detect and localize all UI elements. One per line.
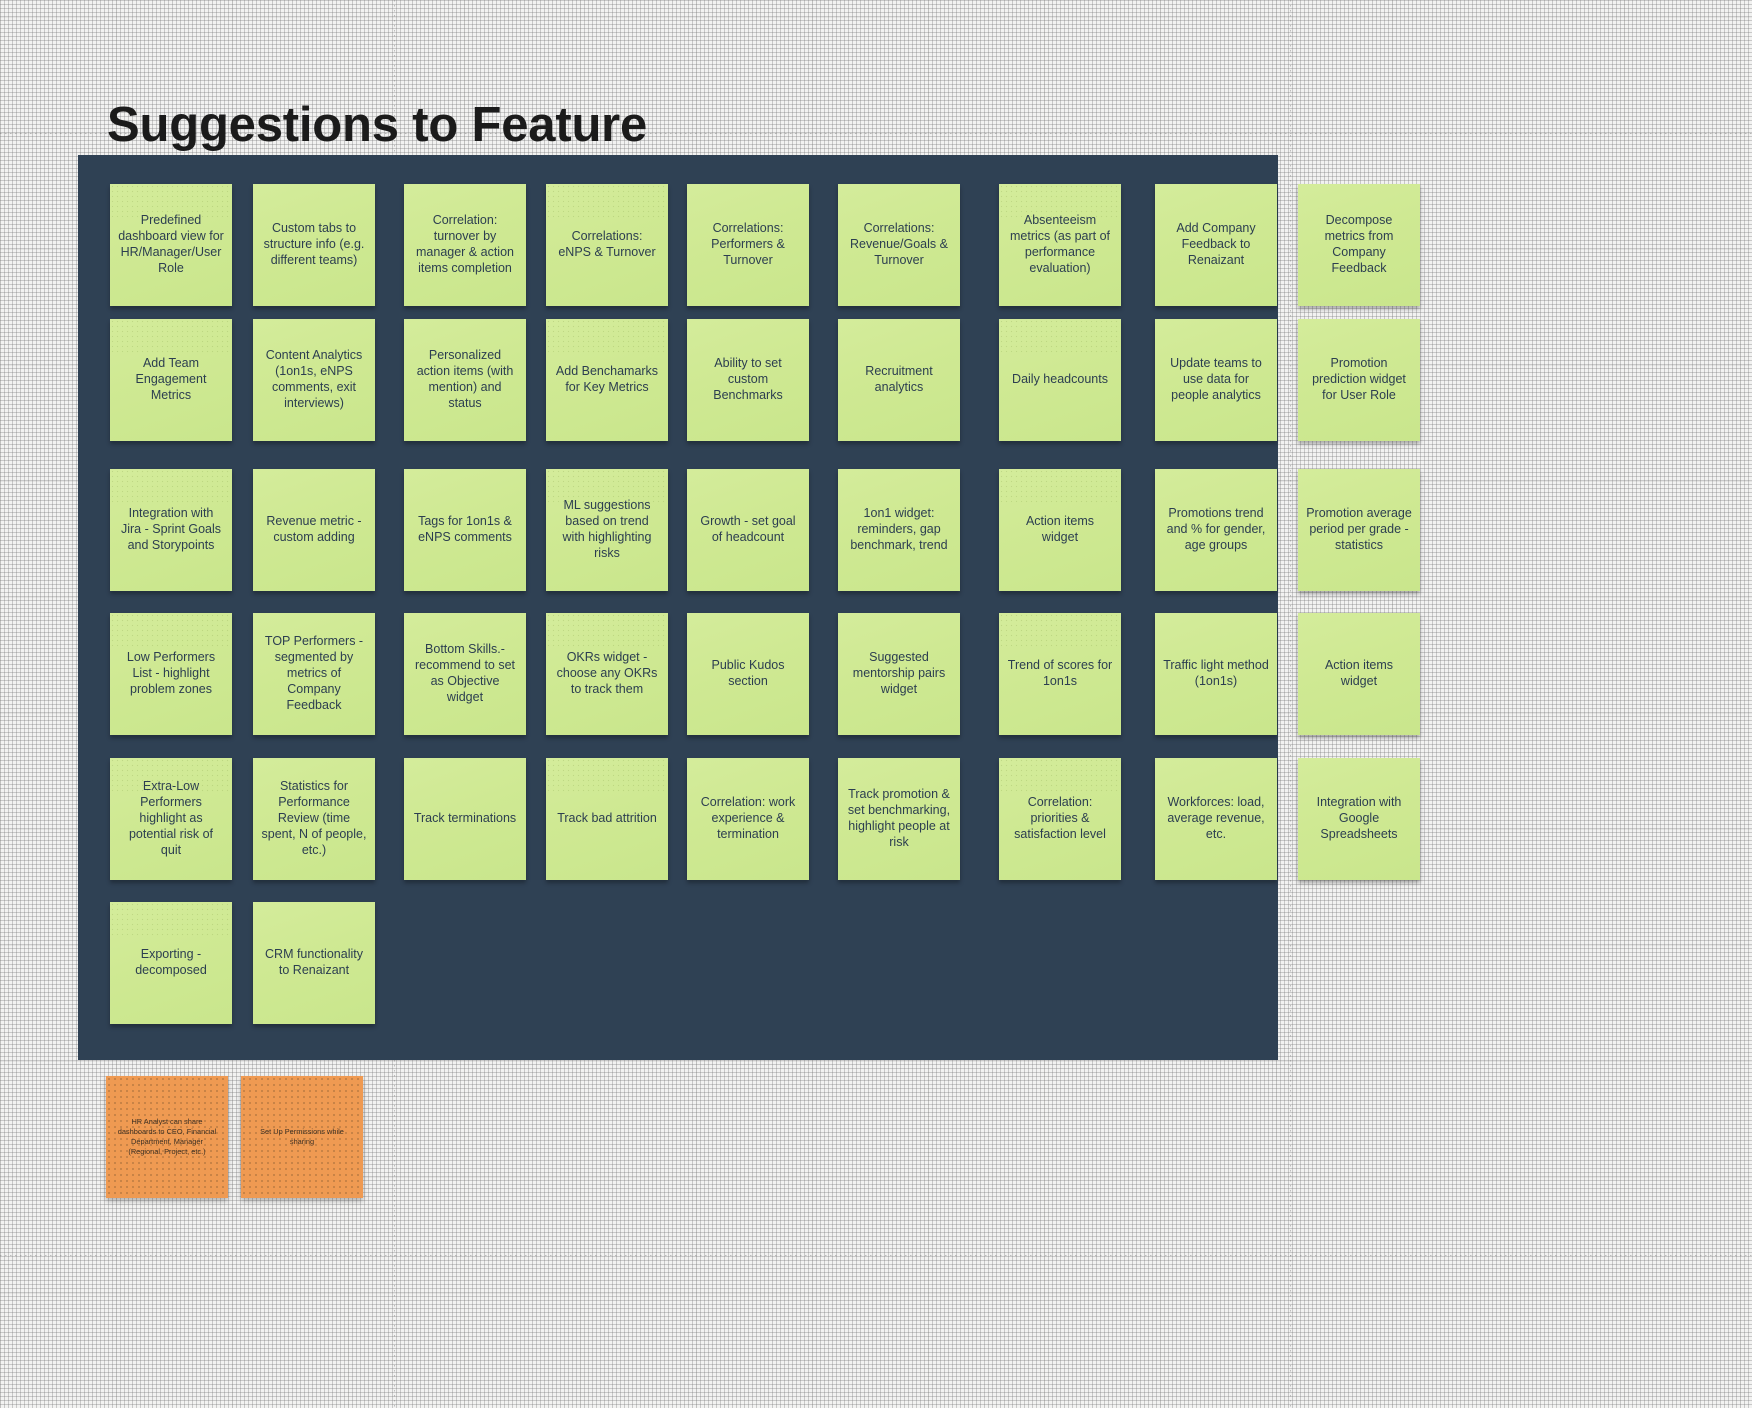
sticky-note-text: Daily headcounts: [1012, 372, 1108, 387]
sticky-note-text: HR Analyst can share dashboards to CEO, …: [117, 1117, 217, 1156]
sticky-note-text: Decompose metrics from Company Feedback: [1324, 213, 1394, 275]
sticky-note[interactable]: Bottom Skills.- recommend to set as Obje…: [404, 613, 526, 735]
sticky-note[interactable]: Promotion prediction widget for User Rol…: [1298, 319, 1420, 441]
sticky-note-text: Suggested mentorship pairs widget: [852, 650, 946, 696]
sticky-note[interactable]: TOP Performers - segmented by metrics of…: [253, 613, 375, 735]
sticky-note-text: 1on1 widget: reminders, gap benchmark, t…: [850, 506, 948, 552]
sticky-note[interactable]: Correlation: work experience & terminati…: [687, 758, 809, 880]
sticky-note[interactable]: Public Kudos section: [687, 613, 809, 735]
sticky-note[interactable]: Track promotion & set benchmarking, high…: [838, 758, 960, 880]
sticky-note-text: Workforces: load, average revenue, etc.: [1167, 795, 1265, 841]
sticky-note-text: Promotions trend and % for gender, age g…: [1166, 506, 1266, 552]
sticky-note[interactable]: Tags for 1on1s & eNPS comments: [404, 469, 526, 591]
sticky-note[interactable]: Low Performers List - highlight problem …: [110, 613, 232, 735]
sticky-note[interactable]: Personalized action items (with mention)…: [404, 319, 526, 441]
sticky-note[interactable]: Promotions trend and % for gender, age g…: [1155, 469, 1277, 591]
sticky-note-text: OKRs widget - choose any OKRs to track t…: [556, 650, 658, 696]
sticky-note[interactable]: Decompose metrics from Company Feedback: [1298, 184, 1420, 306]
sticky-note-text: Action items widget: [1324, 658, 1394, 688]
sticky-note-text: TOP Performers - segmented by metrics of…: [264, 634, 364, 712]
sticky-note-text: Bottom Skills.- recommend to set as Obje…: [414, 642, 516, 704]
sticky-note[interactable]: Suggested mentorship pairs widget: [838, 613, 960, 735]
sticky-note[interactable]: Workforces: load, average revenue, etc.: [1155, 758, 1277, 880]
sticky-note-text: Growth - set goal of headcount: [700, 514, 796, 544]
sticky-note[interactable]: Content Analytics (1on1s, eNPS comments,…: [253, 319, 375, 441]
sticky-note[interactable]: Action items widget: [999, 469, 1121, 591]
sticky-note-text: Action items widget: [1025, 514, 1095, 544]
sticky-note[interactable]: ML suggestions based on trend with highl…: [546, 469, 668, 591]
sticky-note-text: Statistics for Performance Review (time …: [261, 779, 367, 857]
sticky-note-text: Set Up Permissions while sharing: [260, 1127, 344, 1146]
sticky-note[interactable]: Action items widget: [1298, 613, 1420, 735]
sticky-note-text: Correlation: work experience & terminati…: [700, 795, 796, 841]
sticky-note[interactable]: Absenteeism metrics (as part of performa…: [999, 184, 1121, 306]
sticky-note-text: Correlation: turnover by manager & actio…: [416, 213, 514, 275]
sticky-note-text: Promotion average period per grade - sta…: [1306, 506, 1412, 552]
sticky-note-text: Track promotion & set benchmarking, high…: [847, 787, 951, 849]
sticky-note[interactable]: Correlation: priorities & satisfaction l…: [999, 758, 1121, 880]
sticky-note-text: Ability to set custom Benchmarks: [713, 356, 783, 402]
sticky-note-orange[interactable]: Set Up Permissions while sharing: [241, 1076, 363, 1198]
sticky-note[interactable]: Track terminations: [404, 758, 526, 880]
sticky-note[interactable]: Correlations: eNPS & Turnover: [546, 184, 668, 306]
sticky-note[interactable]: Correlations: Performers & Turnover: [687, 184, 809, 306]
sticky-note[interactable]: Extra-Low Performers highlight as potent…: [110, 758, 232, 880]
sticky-note-text: Tags for 1on1s & eNPS comments: [418, 514, 512, 544]
sticky-note[interactable]: Promotion average period per grade - sta…: [1298, 469, 1420, 591]
sticky-note-text: Trend of scores for 1on1s: [1007, 658, 1113, 688]
sticky-note-text: Revenue metric - custom adding: [266, 514, 362, 544]
sticky-note-text: Traffic light method (1on1s): [1163, 658, 1269, 688]
sticky-note[interactable]: Traffic light method (1on1s): [1155, 613, 1277, 735]
sticky-note-text: Exporting - decomposed: [135, 947, 207, 977]
sticky-note[interactable]: 1on1 widget: reminders, gap benchmark, t…: [838, 469, 960, 591]
sticky-note-text: Integration with Google Spreadsheets: [1316, 795, 1402, 841]
sticky-note-text: Absenteeism metrics (as part of performa…: [1009, 213, 1111, 275]
sticky-note-text: ML suggestions based on trend with highl…: [562, 498, 652, 560]
sticky-note-text: Recruitment analytics: [865, 364, 933, 394]
sticky-note-text: Low Performers List - highlight problem …: [126, 650, 216, 696]
sticky-note[interactable]: Ability to set custom Benchmarks: [687, 319, 809, 441]
sticky-note[interactable]: Integration with Google Spreadsheets: [1298, 758, 1420, 880]
sticky-note-text: CRM functionality to Renaizant: [265, 947, 363, 977]
sticky-note-text: Add Benchamarks for Key Metrics: [555, 364, 659, 394]
sticky-note-text: Add Company Feedback to Renaizant: [1176, 221, 1256, 267]
sticky-note-text: Update teams to use data for people anal…: [1170, 356, 1262, 402]
sticky-note-text: Content Analytics (1on1s, eNPS comments,…: [265, 348, 363, 410]
sticky-note[interactable]: Daily headcounts: [999, 319, 1121, 441]
sticky-note[interactable]: Predefined dashboard view for HR/Manager…: [110, 184, 232, 306]
sticky-note-text: Extra-Low Performers highlight as potent…: [128, 779, 214, 857]
sticky-note[interactable]: Add Benchamarks for Key Metrics: [546, 319, 668, 441]
sticky-note[interactable]: Trend of scores for 1on1s: [999, 613, 1121, 735]
sticky-note-text: Public Kudos section: [711, 658, 785, 688]
sticky-note-text: Integration with Jira - Sprint Goals and…: [120, 506, 222, 552]
sticky-note-text: Add Team Engagement Metrics: [135, 356, 207, 402]
sticky-note[interactable]: Custom tabs to structure info (e.g. diff…: [253, 184, 375, 306]
sticky-note[interactable]: Add Team Engagement Metrics: [110, 319, 232, 441]
sticky-note[interactable]: OKRs widget - choose any OKRs to track t…: [546, 613, 668, 735]
sticky-note[interactable]: Revenue metric - custom adding: [253, 469, 375, 591]
sticky-note-orange[interactable]: HR Analyst can share dashboards to CEO, …: [106, 1076, 228, 1198]
sticky-note[interactable]: Growth - set goal of headcount: [687, 469, 809, 591]
sticky-note-text: Track bad attrition: [557, 811, 657, 826]
sticky-note-text: Promotion prediction widget for User Rol…: [1312, 356, 1406, 402]
sticky-note[interactable]: Integration with Jira - Sprint Goals and…: [110, 469, 232, 591]
sticky-note-text: Correlations: Performers & Turnover: [711, 221, 785, 267]
sticky-note[interactable]: Add Company Feedback to Renaizant: [1155, 184, 1277, 306]
sticky-note-text: Correlations: eNPS & Turnover: [558, 229, 656, 259]
page-title: Suggestions to Feature: [107, 97, 648, 152]
sticky-note[interactable]: Statistics for Performance Review (time …: [253, 758, 375, 880]
sticky-note[interactable]: Track bad attrition: [546, 758, 668, 880]
sticky-note[interactable]: Correlation: turnover by manager & actio…: [404, 184, 526, 306]
sticky-note-text: Correlation: priorities & satisfaction l…: [1014, 795, 1106, 841]
sticky-note[interactable]: Correlations: Revenue/Goals & Turnover: [838, 184, 960, 306]
sticky-note-text: Custom tabs to structure info (e.g. diff…: [263, 221, 365, 267]
sticky-note-text: Predefined dashboard view for HR/Manager…: [118, 213, 224, 275]
sticky-note-text: Correlations: Revenue/Goals & Turnover: [850, 221, 948, 267]
sticky-note[interactable]: Exporting - decomposed: [110, 902, 232, 1024]
sticky-note[interactable]: Recruitment analytics: [838, 319, 960, 441]
sticky-note[interactable]: CRM functionality to Renaizant: [253, 902, 375, 1024]
sticky-note-text: Track terminations: [413, 811, 517, 826]
sticky-note-text: Personalized action items (with mention)…: [416, 348, 514, 410]
sticky-note[interactable]: Update teams to use data for people anal…: [1155, 319, 1277, 441]
